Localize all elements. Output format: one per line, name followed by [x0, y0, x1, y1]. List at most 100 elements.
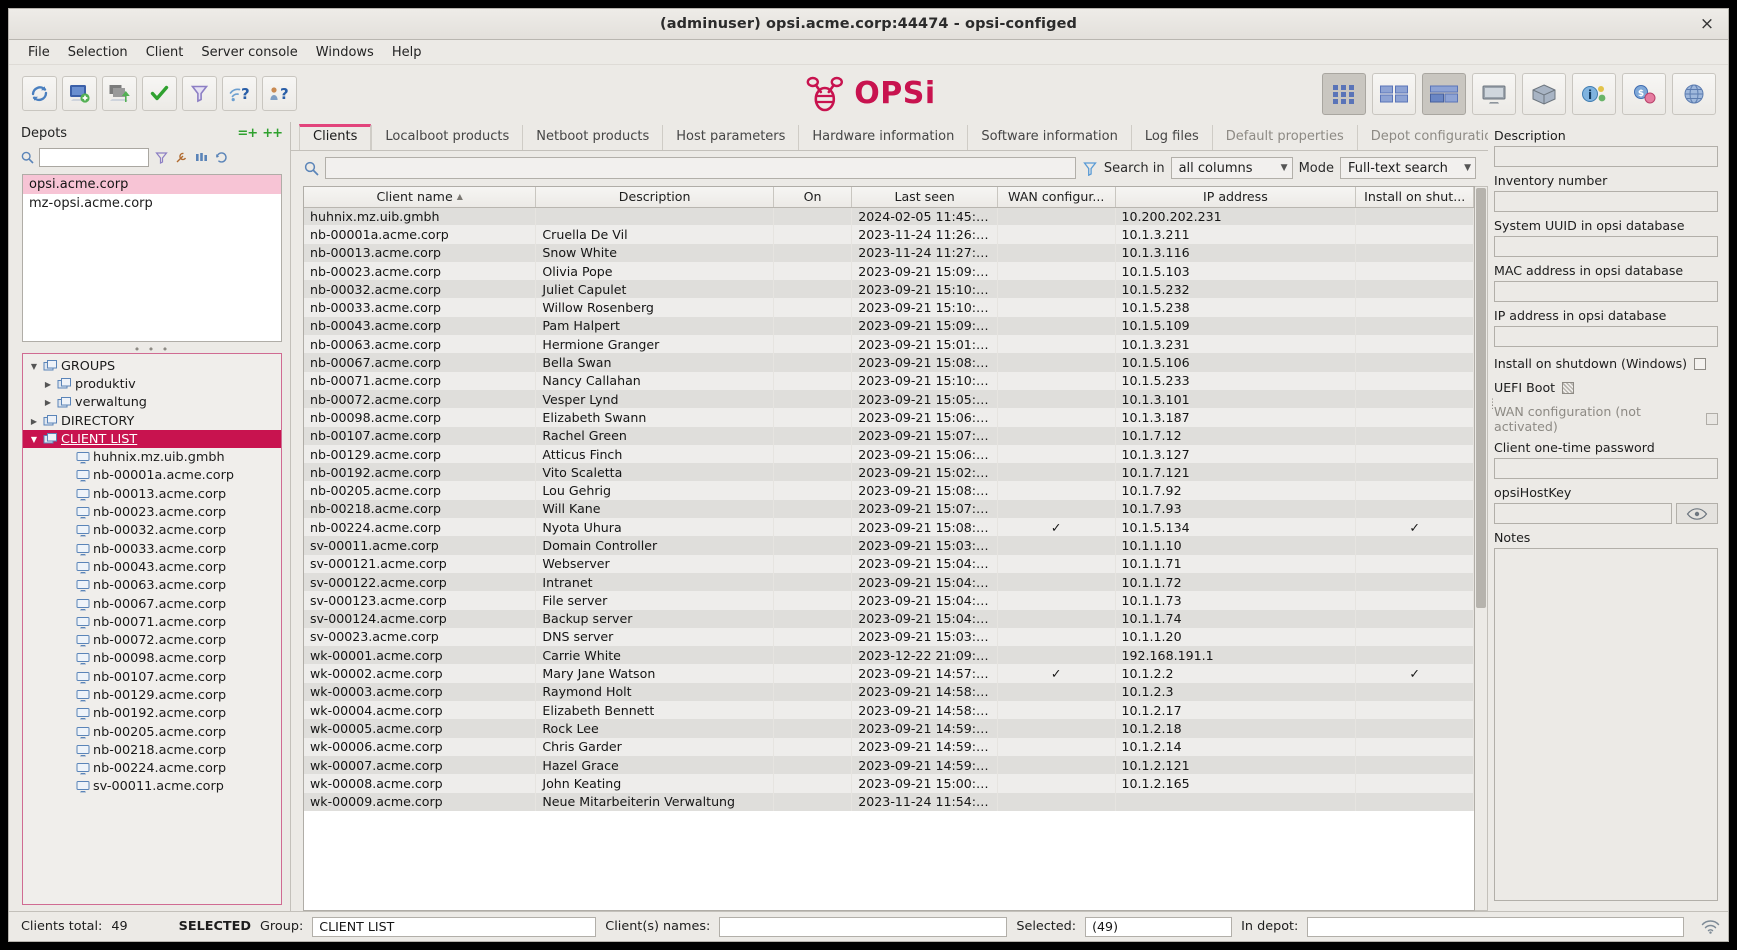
column-header-wan-configur[interactable]: WAN configur...: [997, 187, 1116, 208]
table-row[interactable]: sv-000121.acme.corp Webserver 2023-09-21 1…: [304, 554, 1474, 573]
split-view-icon[interactable]: [1372, 72, 1416, 115]
table-row[interactable]: sv-000123.acme.corp File server 2023-09-21…: [304, 591, 1474, 610]
menu-item-selection[interactable]: Selection: [59, 43, 137, 62]
panel-splitter[interactable]: • • •: [22, 343, 282, 356]
tree-node[interactable]: nb-00063.acme.corp: [23, 577, 281, 595]
copy-clients-icon[interactable]: [102, 76, 137, 111]
eye-icon[interactable]: [1676, 503, 1718, 524]
menu-item-server-console[interactable]: Server console: [192, 43, 306, 62]
client-tree[interactable]: ▼ GROUPS ▶ produktiv ▶ verwaltung ▶ DIRECTORY ▼ C…: [23, 354, 281, 904]
close-icon[interactable]: ×: [1696, 13, 1718, 35]
globe-icon[interactable]: [1672, 72, 1716, 115]
search-input[interactable]: [325, 157, 1076, 179]
table-row[interactable]: wk-00005.acme.corp Rock Lee 2023-09-21 14:…: [304, 719, 1474, 738]
reload-icon[interactable]: [22, 76, 57, 111]
chevron-right-icon[interactable]: ▶: [41, 398, 55, 407]
chevron-right-icon[interactable]: ▶: [41, 380, 55, 389]
tree-node[interactable]: nb-00001a.acme.corp: [23, 467, 281, 485]
panel-resize-handle[interactable]: ⋮ ⋮: [1488, 399, 1497, 411]
chevron-right-icon[interactable]: ▶: [27, 417, 41, 426]
search-mode-select[interactable]: Full-text search ▼: [1340, 157, 1476, 179]
tree-node[interactable]: ▶ produktiv: [23, 375, 281, 393]
tree-node[interactable]: ▶ DIRECTORY: [23, 412, 281, 430]
tab-netboot-products[interactable]: Netboot products: [522, 124, 662, 150]
tree-node[interactable]: nb-00032.acme.corp: [23, 522, 281, 540]
table-row[interactable]: nb-00205.acme.corp Lou Gehrig 2023-09-21 1…: [304, 481, 1474, 500]
table-row[interactable]: sv-000124.acme.corp Backup server 2023-09-…: [304, 609, 1474, 628]
check-icon[interactable]: [142, 76, 177, 111]
column-header-install-on-shut[interactable]: Install on shut...: [1355, 187, 1474, 208]
tree-node[interactable]: nb-00224.acme.corp: [23, 760, 281, 778]
client-names-field[interactable]: [719, 916, 1008, 937]
tree-node[interactable]: nb-00098.acme.corp: [23, 650, 281, 668]
tab-default-properties[interactable]: Default properties: [1211, 124, 1357, 150]
table-body[interactable]: huhnix.mz.uib.gmbh 2024-02-05 11:45:04 10.…: [304, 207, 1474, 811]
tab-log-files[interactable]: Log files: [1130, 124, 1212, 150]
tab-software-information[interactable]: Software information: [967, 124, 1130, 150]
tree-node[interactable]: nb-00107.acme.corp: [23, 668, 281, 686]
table-row[interactable]: nb-00063.acme.corp Hermione Granger 2023-0…: [304, 335, 1474, 354]
tab-hardware-information[interactable]: Hardware information: [798, 124, 967, 150]
tree-node[interactable]: nb-00218.acme.corp: [23, 741, 281, 759]
tree-node[interactable]: nb-00192.acme.corp: [23, 705, 281, 723]
menu-item-client[interactable]: Client: [137, 43, 193, 62]
tab-clients[interactable]: Clients: [299, 123, 372, 150]
tree-node[interactable]: nb-00071.acme.corp: [23, 613, 281, 631]
selected-count-field[interactable]: (49): [1085, 916, 1233, 937]
table-row[interactable]: nb-00033.acme.corp Willow Rosenberg 2023-0…: [304, 298, 1474, 317]
menu-item-file[interactable]: File: [19, 43, 59, 62]
table-row[interactable]: nb-00224.acme.corp Nyota Uhura 2023-09-21 …: [304, 518, 1474, 537]
chevron-down-icon[interactable]: ▼: [27, 362, 41, 371]
filter-icon[interactable]: [153, 150, 169, 166]
table-row[interactable]: nb-00043.acme.corp Pam Halpert 2023-09-21 …: [304, 316, 1474, 336]
description-field[interactable]: [1494, 146, 1718, 167]
table-vertical-scrollbar[interactable]: [1475, 186, 1488, 911]
table-row[interactable]: wk-00008.acme.corp John Keating 2023-09-21…: [304, 774, 1474, 793]
table-row[interactable]: huhnix.mz.uib.gmbh 2024-02-05 11:45:04 10.…: [304, 207, 1474, 226]
in-depot-field[interactable]: [1307, 916, 1684, 937]
depot-list-item[interactable]: opsi.acme.corp: [23, 175, 281, 194]
table-row[interactable]: nb-00071.acme.corp Nancy Callahan 2023-09-…: [304, 371, 1474, 390]
tree-node[interactable]: nb-00067.acme.corp: [23, 595, 281, 613]
tree-node[interactable]: nb-00043.acme.corp: [23, 558, 281, 576]
reset-icon[interactable]: [213, 150, 229, 166]
table-row[interactable]: wk-00002.acme.corp Mary Jane Watson 2023-0…: [304, 664, 1474, 683]
monitor-icon[interactable]: [1472, 72, 1516, 115]
wifi-help-icon[interactable]: ?: [222, 76, 257, 111]
search-icon[interactable]: [303, 160, 319, 176]
table-row[interactable]: nb-00098.acme.corp Elizabeth Swann 2023-09…: [304, 408, 1474, 427]
table-row[interactable]: nb-00032.acme.corp Juliet Capulet 2023-09-…: [304, 280, 1474, 299]
filter-icon[interactable]: [182, 76, 217, 111]
group-value-field[interactable]: CLIENT LIST: [312, 916, 597, 937]
table-row[interactable]: nb-00067.acme.corp Bella Swan 2023-09-21 1…: [304, 353, 1474, 372]
table-row[interactable]: nb-00218.acme.corp Will Kane 2023-09-21 15…: [304, 499, 1474, 519]
tree-node[interactable]: nb-00129.acme.corp: [23, 686, 281, 704]
table-row[interactable]: nb-00072.acme.corp Vesper Lynd 2023-09-21 …: [304, 389, 1474, 409]
table-row[interactable]: wk-00004.acme.corp Elizabeth Bennett 2023-…: [304, 701, 1474, 720]
column-header-last-seen[interactable]: Last seen: [851, 187, 998, 208]
table-row[interactable]: nb-00129.acme.corp Atticus Finch 2023-09-2…: [304, 444, 1474, 464]
menu-item-windows[interactable]: Windows: [307, 43, 383, 62]
table-row[interactable]: sv-00011.acme.corp Domain Controller 2023-…: [304, 536, 1474, 555]
install-shutdown-checkbox[interactable]: [1694, 357, 1707, 370]
depot-search-input[interactable]: [39, 148, 149, 167]
menu-item-help[interactable]: Help: [383, 43, 431, 62]
detail-view-icon[interactable]: [1422, 72, 1466, 115]
column-header-description[interactable]: Description: [535, 187, 774, 208]
tree-node[interactable]: ▶ verwaltung: [23, 394, 281, 412]
uefi-boot-checkbox[interactable]: [1562, 381, 1575, 394]
opsi-host-key-field[interactable]: [1494, 503, 1672, 524]
table-row[interactable]: nb-00013.acme.corp Snow White 2023-11-24 1…: [304, 243, 1474, 262]
wrench-icon[interactable]: [173, 150, 189, 166]
table-row[interactable]: wk-00009.acme.corp Neue Mitarbeiterin Ver…: [304, 792, 1474, 811]
search-icon[interactable]: [19, 150, 35, 166]
depot-list-item[interactable]: mz-opsi.acme.corp: [23, 194, 281, 213]
license-icon[interactable]: $: [1622, 72, 1666, 115]
tree-node[interactable]: nb-00013.acme.corp: [23, 485, 281, 503]
table-row[interactable]: nb-00107.acme.corp Rachel Green 2023-09-21…: [304, 426, 1474, 445]
tree-node[interactable]: sv-00011.acme.corp: [23, 778, 281, 796]
info-icon[interactable]: i: [1572, 72, 1616, 115]
depot-add-icon[interactable]: =+: [237, 126, 258, 141]
tab-host-parameters[interactable]: Host parameters: [662, 124, 798, 150]
column-header-on[interactable]: On: [773, 187, 853, 208]
